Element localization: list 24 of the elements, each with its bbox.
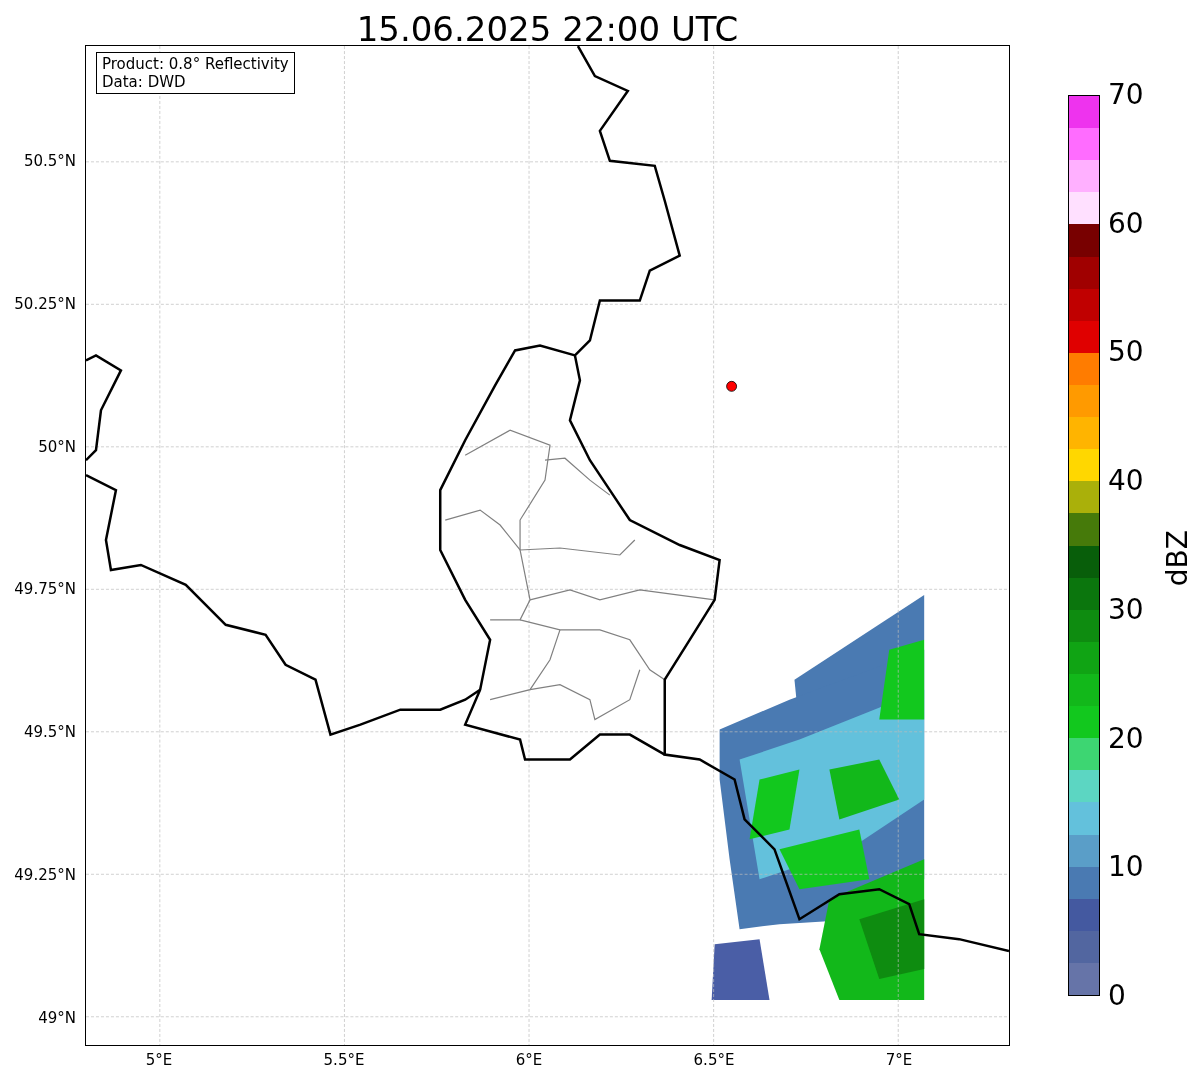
colorbar-tick-label: 30	[1108, 593, 1144, 626]
colorbar-tick-label: 70	[1108, 79, 1144, 111]
colorbar-tick-label: 50	[1108, 336, 1144, 369]
latitude-label: 50.5°N	[23, 152, 76, 170]
longitude-label: 6°E	[515, 1051, 543, 1069]
longitude-label: 5°E	[145, 1051, 173, 1069]
info-text: Product: 0.8° Reflectivity	[102, 55, 289, 73]
info-text: Data: DWD	[102, 73, 187, 91]
longitude-label: 5.5°E	[323, 1051, 365, 1069]
colorbar-label: dBZ	[1162, 530, 1194, 587]
chart-title: 15.06.2025 22:00 UTC	[355, 8, 740, 51]
latitude-label: 49.75°N	[14, 580, 76, 599]
colorbar-tick-label: 40	[1108, 465, 1144, 498]
longitude-label: 6.5°E	[693, 1051, 735, 1069]
latitude-label: 50.25°N	[14, 294, 76, 313]
latitude-label: 50°N	[38, 437, 76, 456]
latitude-label: 49°N	[38, 1008, 76, 1027]
colorbar-tick-label: 10	[1108, 851, 1144, 884]
colorbar-tick-label: 20	[1108, 722, 1144, 755]
latitude-label: 49.25°N	[14, 866, 76, 884]
latitude-label: 49.5°N	[23, 723, 76, 742]
longitude-label: 7°E	[885, 1051, 913, 1069]
colorbar-tick-label: 60	[1108, 207, 1144, 240]
colorbar-tick-label: 0	[1108, 980, 1126, 1012]
